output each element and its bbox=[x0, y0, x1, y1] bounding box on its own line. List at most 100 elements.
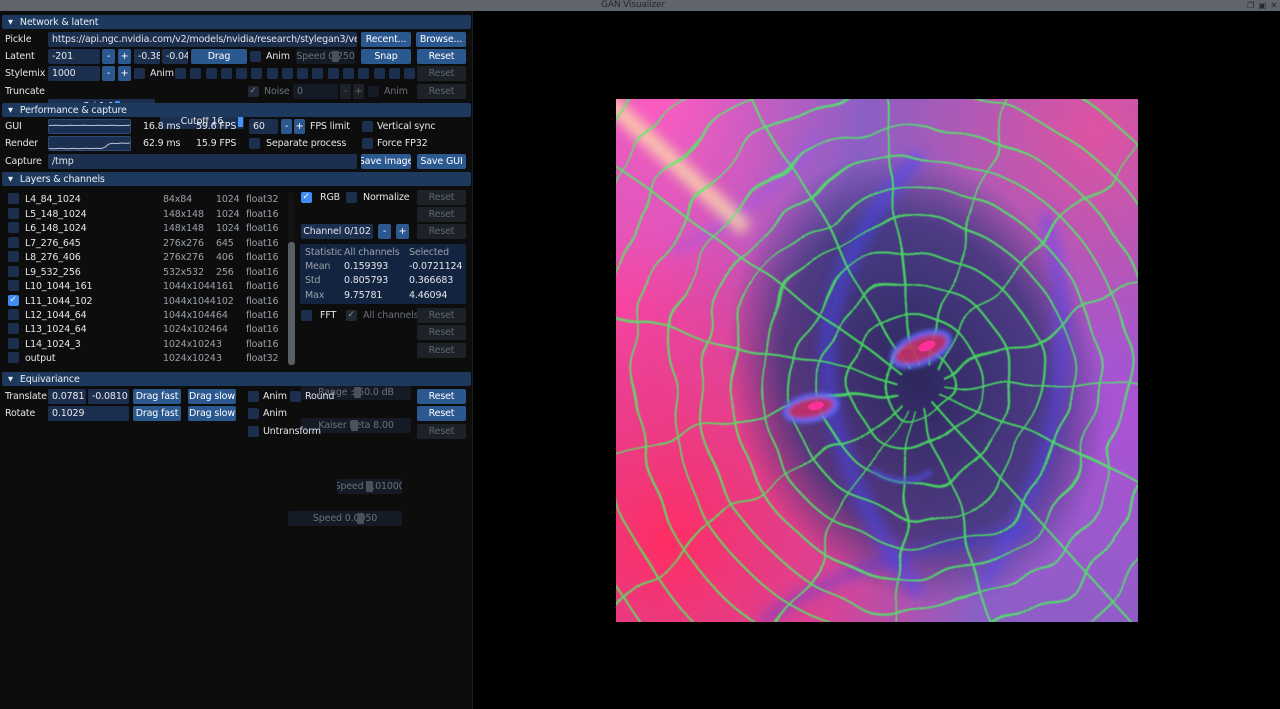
normalize-checkbox[interactable] bbox=[346, 192, 357, 203]
fps-limit-minus-button[interactable]: - bbox=[281, 119, 292, 134]
save-image-button[interactable]: Save image bbox=[361, 154, 411, 169]
section-header-network[interactable]: ▼ Network & latent bbox=[2, 15, 471, 29]
layer-name[interactable]: L6_148_1024 bbox=[25, 223, 87, 234]
layer-checkbox[interactable] bbox=[8, 266, 19, 277]
latent-y-field[interactable]: -0.04 bbox=[162, 49, 188, 64]
stylemix-layer-checkbox-2[interactable] bbox=[206, 68, 217, 79]
layer-checkbox-checked[interactable] bbox=[8, 295, 19, 306]
layer-checkbox[interactable] bbox=[8, 208, 19, 219]
translate-reset-button[interactable]: Reset bbox=[417, 389, 466, 404]
separate-process-checkbox[interactable] bbox=[249, 138, 260, 149]
recent-button[interactable]: Recent... bbox=[361, 32, 411, 47]
stylemix-seed-input[interactable]: 1000 bbox=[48, 66, 100, 81]
stylemix-layer-checkbox-9[interactable] bbox=[312, 68, 323, 79]
rotate-value-field[interactable]: 0.1029 bbox=[48, 406, 129, 421]
layer-name[interactable]: L9_532_256 bbox=[25, 267, 81, 278]
noise-label: Noise bbox=[264, 86, 290, 97]
stylemix-layer-checkbox-7[interactable] bbox=[282, 68, 293, 79]
layer-checkbox[interactable] bbox=[8, 323, 19, 334]
stylemix-layer-checkbox-6[interactable] bbox=[267, 68, 278, 79]
stylemix-layer-checkbox-3[interactable] bbox=[221, 68, 232, 79]
layer-name[interactable]: L14_1024_3 bbox=[25, 339, 81, 350]
layer-name[interactable]: L4_84_1024 bbox=[25, 194, 81, 205]
translate-anim-checkbox[interactable] bbox=[248, 391, 259, 402]
stylemix-layer-checkbox-15[interactable] bbox=[404, 68, 415, 79]
save-gui-button[interactable]: Save GUI bbox=[417, 154, 466, 169]
stylemix-layer-checkbox-8[interactable] bbox=[297, 68, 308, 79]
layer-checkbox[interactable] bbox=[8, 237, 19, 248]
latent-speed-slider[interactable]: Speed 0.250 bbox=[296, 49, 355, 64]
close-icon[interactable]: ✕ bbox=[1270, 1, 1277, 10]
fps-limit-plus-button[interactable]: + bbox=[294, 119, 305, 134]
layer-name[interactable]: L7_276_645 bbox=[25, 238, 81, 249]
rotate-drag-fast-button[interactable]: Drag fast bbox=[133, 406, 181, 421]
layer-name[interactable]: L13_1024_64 bbox=[25, 324, 87, 335]
latent-x-field[interactable]: -0.38 bbox=[134, 49, 160, 64]
vsync-checkbox[interactable] bbox=[362, 121, 373, 132]
stylemix-layer-checkbox-1[interactable] bbox=[190, 68, 201, 79]
stylemix-layer-checkbox-5[interactable] bbox=[251, 68, 262, 79]
layer-checkbox[interactable] bbox=[8, 222, 19, 233]
maximize-icon[interactable]: ▣ bbox=[1259, 1, 1267, 10]
layer-checkbox[interactable] bbox=[8, 193, 19, 204]
stylemix-layer-checkbox-12[interactable] bbox=[358, 68, 369, 79]
stylemix-layer-checkbox-13[interactable] bbox=[374, 68, 385, 79]
layer-checkbox[interactable] bbox=[8, 352, 19, 363]
stylemix-seed-plus-button[interactable]: + bbox=[118, 66, 131, 81]
rotate-drag-slow-button[interactable]: Drag slow bbox=[188, 406, 236, 421]
stylemix-layer-checkbox-0[interactable] bbox=[175, 68, 186, 79]
layer-checkbox[interactable] bbox=[8, 251, 19, 262]
untransform-checkbox[interactable] bbox=[248, 426, 259, 437]
layer-list-scrollbar-thumb[interactable] bbox=[288, 242, 295, 365]
translate-drag-slow-button[interactable]: Drag slow bbox=[188, 389, 236, 404]
slider-grab[interactable] bbox=[332, 51, 339, 62]
latent-snap-button[interactable]: Snap bbox=[361, 49, 411, 64]
translate-x-field[interactable]: 0.0781 bbox=[48, 389, 86, 404]
translate-drag-fast-button[interactable]: Drag fast bbox=[133, 389, 181, 404]
rotate-reset-button[interactable]: Reset bbox=[417, 406, 466, 421]
layer-res: 1044x1044 bbox=[163, 296, 216, 307]
channel-plus-button[interactable]: + bbox=[396, 224, 409, 239]
section-header-layers[interactable]: ▼ Layers & channels bbox=[2, 172, 471, 186]
stylemix-layer-checkbox-4[interactable] bbox=[236, 68, 247, 79]
stylemix-seed-minus-button[interactable]: - bbox=[102, 66, 115, 81]
layer-name[interactable]: L10_1044_161 bbox=[25, 281, 93, 292]
latent-seed-plus-button[interactable]: + bbox=[118, 49, 131, 64]
translate-round-checkbox[interactable] bbox=[290, 391, 301, 402]
rotate-anim-checkbox[interactable] bbox=[248, 408, 259, 419]
fps-limit-input[interactable]: 60 bbox=[249, 119, 278, 134]
browse-button[interactable]: Browse... bbox=[416, 32, 466, 47]
slider-grab[interactable] bbox=[238, 116, 243, 127]
window-titlebar[interactable]: GAN Visualizer ❐ ▣ ✕ bbox=[0, 0, 1280, 11]
section-header-equivariance[interactable]: ▼ Equivariance bbox=[2, 372, 471, 386]
layer-name[interactable]: L5_148_1024 bbox=[25, 209, 87, 220]
channel-minus-button[interactable]: - bbox=[378, 224, 391, 239]
layer-name[interactable]: output bbox=[25, 353, 56, 364]
stylemix-layer-checkbox-11[interactable] bbox=[343, 68, 354, 79]
pickle-url-input[interactable]: https://api.ngc.nvidia.com/v2/models/nvi… bbox=[48, 32, 357, 47]
latent-seed-input[interactable]: -201 bbox=[48, 49, 100, 64]
restore-icon[interactable]: ❐ bbox=[1247, 1, 1254, 10]
stylemix-layer-checkbox-14[interactable] bbox=[389, 68, 400, 79]
stylemix-layer-checkbox-10[interactable] bbox=[328, 68, 339, 79]
latent-anim-checkbox[interactable] bbox=[250, 51, 261, 62]
translate-y-field[interactable]: -0.0810 bbox=[88, 389, 129, 404]
channel-drag[interactable]: Channel 0/102 bbox=[301, 224, 373, 239]
layer-name[interactable]: L11_1044_102 bbox=[25, 296, 93, 307]
section-header-performance[interactable]: ▼ Performance & capture bbox=[2, 103, 471, 117]
fft-checkbox[interactable] bbox=[301, 310, 312, 321]
rgb-checkbox[interactable] bbox=[301, 192, 312, 203]
capture-path-input[interactable]: /tmp bbox=[48, 154, 357, 169]
gan-output-image[interactable] bbox=[616, 99, 1138, 622]
layer-res: 1024x1024 bbox=[163, 339, 216, 350]
latent-drag-button[interactable]: Drag bbox=[191, 49, 247, 64]
stylemix-anim-checkbox[interactable] bbox=[134, 68, 145, 79]
latent-reset-button[interactable]: Reset bbox=[417, 49, 466, 64]
force-fp32-checkbox[interactable] bbox=[362, 138, 373, 149]
layer-checkbox[interactable] bbox=[8, 309, 19, 320]
latent-seed-minus-button[interactable]: - bbox=[102, 49, 115, 64]
layer-checkbox[interactable] bbox=[8, 338, 19, 349]
layer-name[interactable]: L8_276_406 bbox=[25, 252, 81, 263]
layer-checkbox[interactable] bbox=[8, 280, 19, 291]
layer-name[interactable]: L12_1044_64 bbox=[25, 310, 87, 321]
